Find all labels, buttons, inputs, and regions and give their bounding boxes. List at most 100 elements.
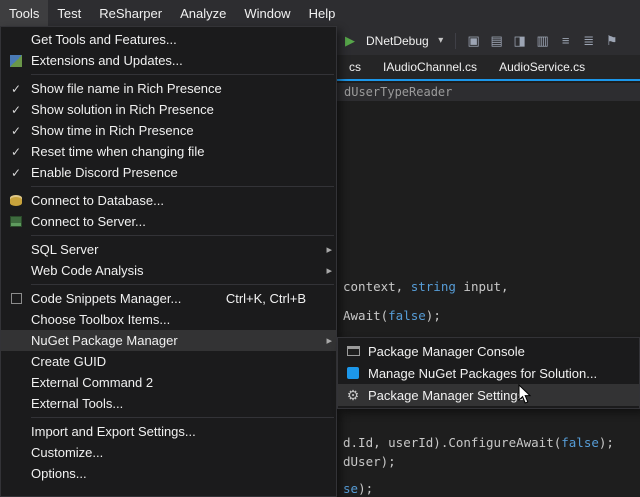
menu-item-external-command-2[interactable]: External Command 2	[1, 372, 336, 393]
menu-item-sql-server[interactable]: SQL Server▸	[1, 239, 336, 260]
menu-item-label: Code Snippets Manager...	[31, 291, 181, 306]
code-segment: input,	[456, 279, 509, 294]
tab-audioservice-cs[interactable]: AudioService.cs	[488, 55, 596, 79]
code-segment: Await(	[343, 308, 388, 323]
attach-icon[interactable]	[465, 34, 483, 47]
menu-item-label: Enable Discord Presence	[31, 165, 178, 180]
menu-item-nuget-package-manager[interactable]: NuGet Package Manager ▸	[1, 330, 336, 351]
menubar-item-tools[interactable]: Tools	[0, 0, 48, 26]
menu-item-show-time-in-rich-presence[interactable]: Show time in Rich Presence	[1, 120, 336, 141]
code-segment: context,	[343, 279, 411, 294]
extensions-icon	[10, 55, 22, 67]
menu-item-show-solution-in-rich-presence[interactable]: Show solution in Rich Presence	[1, 99, 336, 120]
menu-item-label: Customize...	[31, 445, 103, 460]
menu-item-show-file-name-in-rich-presence[interactable]: Show file name in Rich Presence	[1, 78, 336, 99]
menu-separator	[31, 186, 334, 187]
toolbar-separator	[455, 33, 456, 49]
run-config-caret-icon[interactable]	[436, 36, 446, 46]
icon-column	[338, 346, 368, 356]
code-line: context, string input,	[343, 281, 509, 294]
icon-column	[1, 293, 31, 304]
menu-item-label: Options...	[31, 466, 87, 481]
vs-window: context, string input,Await(false);d.Id,…	[0, 0, 640, 497]
tab-cs[interactable]: cs	[338, 55, 372, 79]
menu-item-label: Package Manager Console	[368, 344, 525, 359]
code-segment: );	[599, 435, 614, 450]
navigate-icon[interactable]	[511, 34, 529, 47]
code-segment: );	[358, 481, 373, 496]
menu-item-create-guid[interactable]: Create GUID	[1, 351, 336, 372]
code-segment: false	[388, 308, 426, 323]
menu-item-connect-to-database[interactable]: Connect to Database...	[1, 190, 336, 211]
menu-item-enable-discord-presence[interactable]: Enable Discord Presence	[1, 162, 336, 183]
code-segment: se	[343, 481, 358, 496]
menu-item-reset-time-when-changing-file[interactable]: Reset time when changing file	[1, 141, 336, 162]
gear-icon	[347, 388, 360, 403]
console-icon	[347, 346, 360, 356]
code-segment: dUser);	[343, 454, 396, 469]
menu-item-external-tools[interactable]: External Tools...	[1, 393, 336, 414]
checkmark-icon	[11, 123, 21, 138]
submenu-arrow-icon: ▸	[318, 264, 332, 277]
menu-item-manage-nuget-packages-for-solution[interactable]: Manage NuGet Packages for Solution...	[338, 362, 639, 384]
outline-collapse-icon[interactable]	[557, 34, 575, 47]
menubar-item-test[interactable]: Test	[48, 0, 90, 26]
outline-expand-icon[interactable]	[580, 34, 598, 47]
menu-bar: ToolsTestReSharperAnalyzeWindowHelp	[0, 0, 640, 26]
menu-item-label: NuGet Package Manager	[31, 333, 178, 348]
menu-item-label: Create GUID	[31, 354, 106, 369]
code-segment: d.Id, userId).ConfigureAwait(	[343, 435, 561, 450]
menu-item-get-tools-and-features[interactable]: Get Tools and Features...	[1, 29, 336, 50]
server-icon	[10, 216, 22, 227]
icon-column	[1, 216, 31, 227]
submenu-arrow-icon: ▸	[318, 334, 332, 347]
checkmark-icon	[11, 81, 21, 96]
checkmark-icon	[11, 102, 21, 117]
code-line: Await(false);	[343, 310, 441, 323]
code-line: dUser);	[343, 456, 396, 469]
menubar-item-help[interactable]: Help	[300, 0, 345, 26]
code-line: se);	[343, 483, 373, 496]
menu-item-import-and-export-settings[interactable]: Import and Export Settings...	[1, 421, 336, 442]
menu-item-package-manager-console[interactable]: Package Manager Console	[338, 340, 639, 362]
icon-column	[1, 102, 31, 117]
icon-column	[1, 195, 31, 206]
menu-item-label: Extensions and Updates...	[31, 53, 183, 68]
menu-item-code-snippets-manager[interactable]: Code Snippets Manager... Ctrl+K, Ctrl+B	[1, 288, 336, 309]
code-segment: string	[411, 279, 456, 294]
menu-item-options[interactable]: Options...	[1, 463, 336, 484]
menubar-item-window[interactable]: Window	[235, 0, 299, 26]
menu-item-connect-to-server[interactable]: Connect to Server...	[1, 211, 336, 232]
menubar-item-analyze[interactable]: Analyze	[171, 0, 235, 26]
menu-item-choose-toolbox-items[interactable]: Choose Toolbox Items...	[1, 309, 336, 330]
menu-separator	[31, 235, 334, 236]
documents-icon[interactable]	[534, 34, 552, 47]
menu-item-label: Import and Export Settings...	[31, 424, 196, 439]
run-config-label[interactable]: DNetDebug	[364, 34, 431, 48]
menu-item-label: Manage NuGet Packages for Solution...	[368, 366, 597, 381]
database-icon	[10, 195, 22, 206]
nuget-icon	[347, 367, 359, 379]
menu-item-label: Web Code Analysis	[31, 263, 144, 278]
icon-column	[338, 388, 368, 403]
code-segment: );	[426, 308, 441, 323]
menu-item-extensions-and-updates[interactable]: Extensions and Updates...	[1, 50, 336, 71]
menu-item-web-code-analysis[interactable]: Web Code Analysis ▸	[1, 260, 336, 281]
checkmark-icon	[11, 144, 21, 159]
package-icon[interactable]	[488, 34, 506, 47]
menubar-item-resharper[interactable]: ReSharper	[90, 0, 171, 26]
start-debug-icon[interactable]	[341, 34, 359, 47]
icon-column	[1, 55, 31, 67]
menu-item-label: Choose Toolbox Items...	[31, 312, 170, 327]
bookmark-icon[interactable]	[603, 34, 621, 47]
tab-iaudiochannel-cs[interactable]: IAudioChannel.cs	[372, 55, 488, 79]
menu-separator	[31, 74, 334, 75]
menu-item-package-manager-settings[interactable]: Package Manager Settings	[338, 384, 639, 406]
code-line: d.Id, userId).ConfigureAwait(false);	[343, 437, 614, 450]
icon-column	[1, 123, 31, 138]
menu-separator	[31, 284, 334, 285]
menu-item-label: Show solution in Rich Presence	[31, 102, 214, 117]
shortcut-label: Ctrl+K, Ctrl+B	[226, 291, 332, 306]
breadcrumb[interactable]: dUserTypeReader	[344, 85, 452, 99]
menu-item-customize[interactable]: Customize...	[1, 442, 336, 463]
